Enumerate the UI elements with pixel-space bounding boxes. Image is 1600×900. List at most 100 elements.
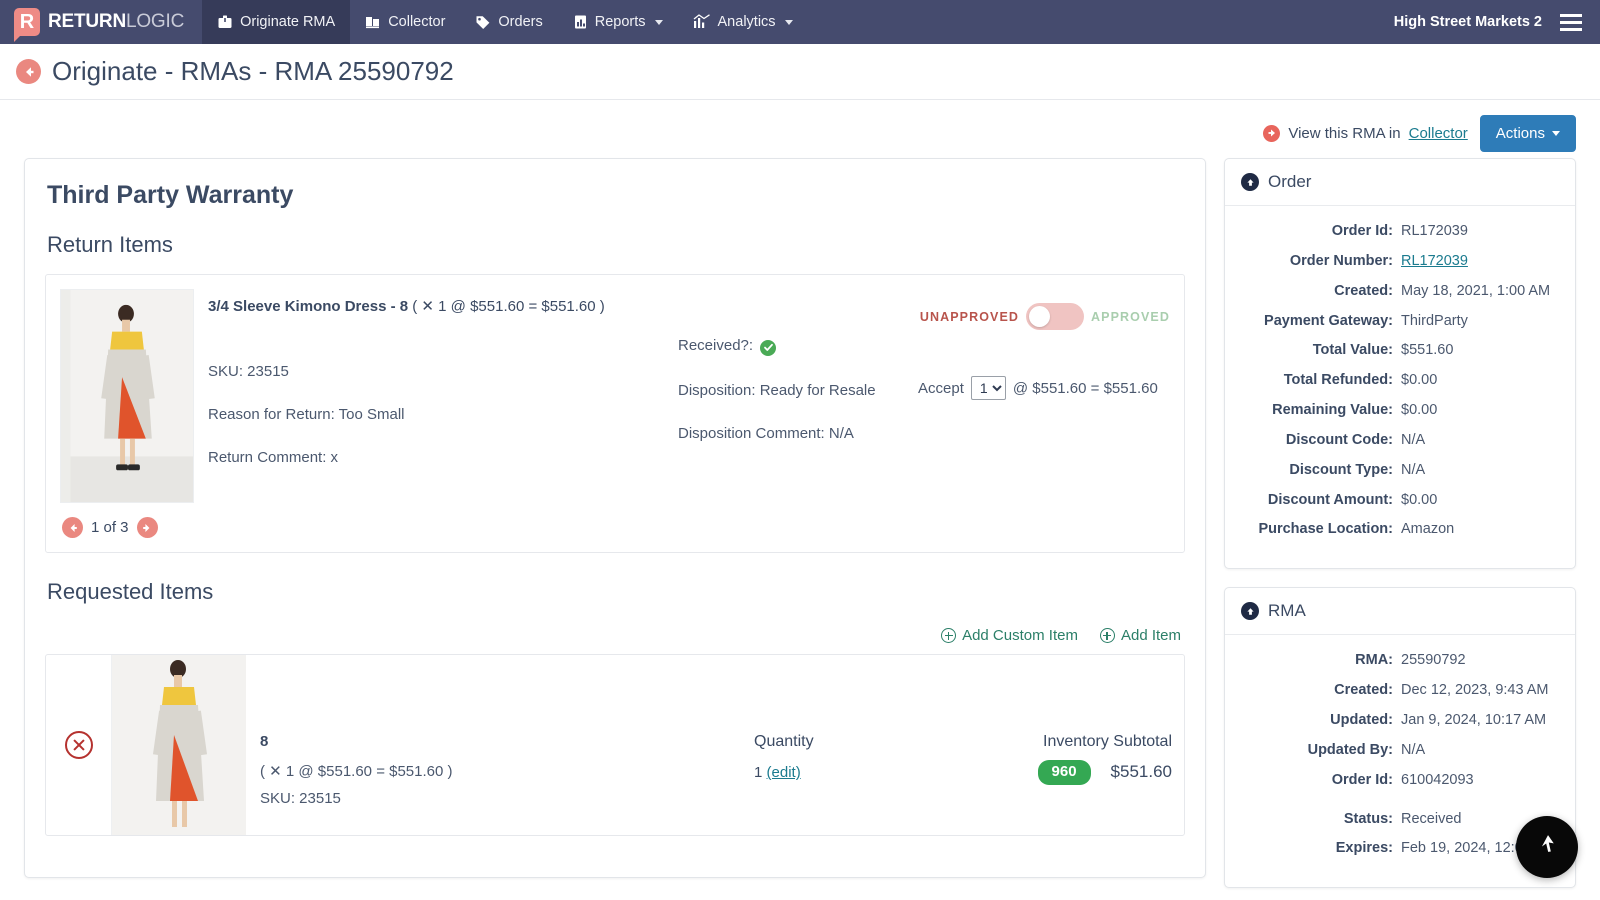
field-label: Discount Code: — [1285, 431, 1393, 448]
accept-quantity-row: Accept 1 @ $551.60 = $551.60 — [918, 376, 1170, 400]
order-field-remaining-value: Remaining Value: $0.00 — [1235, 401, 1561, 420]
field-value: $0.00 — [1401, 491, 1438, 508]
organization-name[interactable]: High Street Markets 2 — [1380, 0, 1556, 44]
inventory-subtotal-row: 960 $551.60 — [954, 760, 1172, 785]
field-label: Expires: — [1335, 840, 1393, 857]
return-items-heading: Return Items — [47, 232, 173, 257]
order-field-discount-amount: Discount Amount: $0.00 — [1235, 491, 1561, 510]
rma-panel-header[interactable]: RMA — [1225, 588, 1575, 636]
return-item-row: 3/4 Sleeve Kimono Dress - 8 ( ✕ 1 @ $551… — [46, 275, 1184, 503]
brand-logo[interactable]: R RETURNLOGIC — [0, 0, 202, 44]
return-item-sku: SKU: 23515 — [208, 363, 289, 380]
field-value: Dec 12, 2023, 9:43 AM — [1401, 682, 1549, 699]
rma-field-expires: Expires: Feb 19, 2024, 12:00 AM — [1235, 839, 1561, 858]
top-navbar: R RETURNLOGIC Originate RMA Collector Or… — [0, 0, 1600, 44]
field-value: RL172039 — [1401, 223, 1468, 239]
add-custom-item-label: Add Custom Item — [962, 627, 1078, 644]
collector-icon — [365, 14, 381, 30]
return-item-col-left: 3/4 Sleeve Kimono Dress - 8 ( ✕ 1 @ $551… — [208, 289, 678, 503]
brand-word-2: LOGIC — [125, 11, 185, 32]
rma-field-updated: Updated: Jan 9, 2024, 10:17 AM — [1235, 711, 1561, 730]
add-custom-item-button[interactable]: Add Custom Item — [941, 627, 1078, 644]
rma-detail-card: Third Party Warranty Return Items 3/4 Sl… — [24, 158, 1206, 878]
quantity-column-header: Quantity — [754, 733, 814, 750]
back-arrow-icon[interactable] — [16, 59, 41, 84]
toggle-unapproved-label: UNAPPROVED — [919, 309, 1020, 324]
field-value: N/A — [1401, 461, 1426, 478]
collapse-arrow-icon — [1241, 173, 1259, 191]
order-panel-header[interactable]: Order — [1225, 159, 1575, 206]
pager-text: 1 of 3 — [91, 519, 129, 536]
pager-prev-button[interactable] — [62, 517, 83, 538]
remove-item-icon[interactable] — [64, 731, 93, 759]
nav-item-originate-rma[interactable]: Originate RMA — [202, 0, 351, 44]
requested-item-name: 8 — [260, 733, 269, 750]
chevron-down-icon — [654, 19, 663, 25]
field-label: Order Id: — [1331, 223, 1393, 239]
navbar-spacer — [808, 0, 1380, 44]
rma-panel-title: RMA — [1268, 601, 1306, 621]
order-field-total-value: Total Value: $551.60 — [1235, 341, 1561, 360]
requested-item-row: 8 ( ✕ 1 @ $551.60 = $551.60 ) SKU: 23515… — [45, 654, 1185, 836]
plus-circle-icon — [941, 628, 957, 643]
actions-button[interactable]: Actions — [1479, 114, 1576, 152]
accept-quantity-select[interactable]: 1 — [970, 376, 1006, 400]
chevron-down-icon — [1552, 130, 1560, 136]
nav-item-orders-label: Orders — [498, 14, 543, 30]
approval-toggle-group: UNAPPROVED APPROVED — [918, 303, 1170, 330]
pager-next-button[interactable] — [136, 517, 158, 538]
nav-item-originate-rma-label: Originate RMA — [240, 14, 336, 30]
view-rma-in-collector[interactable]: View this RMA in Collector — [1263, 124, 1468, 142]
field-value: $0.00 — [1401, 402, 1438, 419]
field-value: N/A — [1401, 431, 1426, 448]
return-item-reason: Reason for Return: Too Small — [208, 406, 405, 423]
check-circle-icon — [760, 339, 777, 356]
order-field-order-id: Order Id: RL172039 — [1235, 222, 1561, 241]
order-number-link[interactable]: RL172039 — [1401, 253, 1468, 269]
support-launcher-button[interactable] — [1516, 816, 1578, 878]
inventory-subtotal-header: Inventory Subtotal — [1043, 733, 1172, 750]
field-value: $0.00 — [1401, 372, 1438, 389]
field-value: RL172039 — [1401, 252, 1468, 271]
returnlogic-mark-icon: R — [14, 8, 40, 42]
return-item-name: 3/4 Sleeve Kimono Dress - 8 — [208, 298, 409, 315]
tag-icon — [475, 14, 491, 30]
nav-item-collector[interactable]: Collector — [350, 0, 460, 44]
requested-items-actions: Add Custom Item Add Item — [45, 621, 1185, 654]
accept-price-suffix: @ $551.60 = $551.60 — [1012, 379, 1158, 397]
field-label: Updated: — [1330, 711, 1393, 728]
nav-item-reports[interactable]: Reports — [558, 0, 678, 44]
main-column: Third Party Warranty Return Items 3/4 Sl… — [24, 158, 1206, 878]
requested-item-sku: SKU: 23515 — [260, 790, 341, 807]
forward-arrow-icon — [1263, 124, 1281, 142]
rma-field-created: Created: Dec 12, 2023, 9:43 AM — [1235, 681, 1561, 700]
field-value: Jan 9, 2024, 10:17 AM — [1401, 711, 1547, 728]
chevron-down-icon — [784, 19, 793, 25]
actions-button-label: Actions — [1495, 124, 1545, 142]
requested-item-detail: ( ✕ 1 @ $551.60 = $551.60 ) — [260, 763, 453, 780]
nav-item-analytics[interactable]: Analytics — [678, 0, 808, 44]
quantity-edit-link[interactable]: (edit) — [767, 764, 801, 781]
toggle-approved-label: APPROVED — [1091, 309, 1170, 324]
return-item-body: 3/4 Sleeve Kimono Dress - 8 ( ✕ 1 @ $551… — [194, 289, 1170, 503]
requested-item-info: 8 ( ✕ 1 @ $551.60 = $551.60 ) SKU: 23515 — [246, 655, 754, 835]
nav-item-orders[interactable]: Orders — [460, 0, 557, 44]
add-item-button[interactable]: Add Item — [1099, 627, 1181, 644]
field-value: N/A — [1401, 741, 1426, 758]
hamburger-icon[interactable] — [1556, 0, 1600, 44]
cursor-arrow-icon — [1533, 831, 1561, 864]
field-label: Payment Gateway: — [1264, 312, 1393, 329]
return-item-col-mid: Received?: Disposition: Ready for Resale… — [678, 289, 918, 503]
field-label: Created: — [1334, 282, 1393, 299]
nav-item-analytics-label: Analytics — [717, 14, 776, 30]
field-label: Status: — [1343, 810, 1393, 827]
field-value: May 18, 2021, 1:00 AM — [1401, 282, 1551, 299]
collector-link[interactable]: Collector — [1409, 125, 1468, 142]
report-icon — [573, 14, 588, 30]
order-panel: Order Order Id: RL172039 Order Number: R… — [1224, 158, 1576, 570]
return-item-comment: Return Comment: x — [208, 449, 339, 466]
brand-wordmark: RETURNLOGIC — [48, 11, 184, 33]
approval-toggle[interactable] — [1026, 303, 1085, 330]
field-label: Order Number: — [1289, 252, 1393, 269]
nav-item-collector-label: Collector — [388, 14, 446, 30]
